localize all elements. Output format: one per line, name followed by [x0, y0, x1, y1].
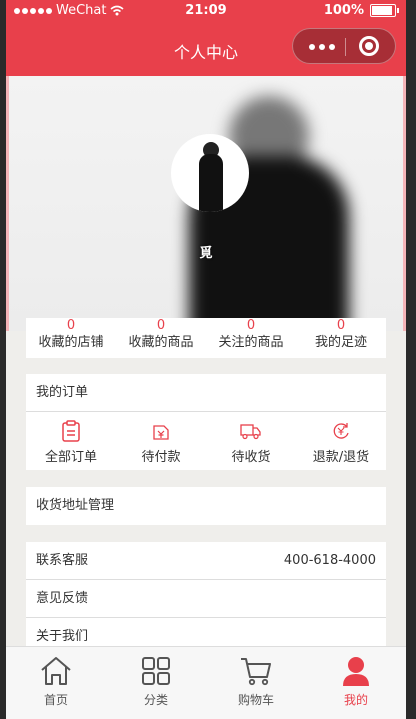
order-label: 待收货	[231, 450, 271, 465]
stat-count: 0	[246, 318, 256, 333]
category-icon	[142, 657, 170, 685]
tab-label: 我的	[343, 693, 368, 707]
stat-label: 收藏的店铺	[38, 335, 104, 350]
contact-label: 联系客服	[36, 553, 89, 568]
contact-phone: 400-618-4000	[283, 553, 376, 568]
stat-label: 我的足迹	[314, 335, 367, 350]
more-icon[interactable]	[309, 44, 335, 50]
stats-bar: 0 收藏的店铺 0 收藏的商品 0 关注的商品 0 我的足迹	[26, 318, 386, 358]
order-label: 退款/退货	[312, 450, 370, 465]
pending-receipt-button[interactable]: 待收货	[206, 412, 296, 470]
tab-category[interactable]: 分类	[106, 647, 206, 719]
refund-icon	[333, 423, 349, 439]
battery-percent: 100%	[323, 3, 364, 18]
clipboard-icon	[62, 420, 80, 442]
stat-followed-products[interactable]: 0 关注的商品	[206, 318, 296, 358]
stat-label: 收藏的商品	[128, 335, 194, 350]
stat-label: 关注的商品	[218, 335, 284, 350]
profile-background-image	[159, 96, 359, 331]
tab-label: 首页	[43, 693, 68, 707]
order-label: 全部订单	[44, 450, 97, 465]
pending-payment-button[interactable]: 待付款	[116, 412, 206, 470]
nav-bar: 个人中心	[6, 22, 406, 76]
stat-footprints[interactable]: 0 我的足迹	[296, 318, 386, 358]
address-management-row[interactable]: 收货地址管理	[26, 487, 386, 525]
refund-return-button[interactable]: 退款/退货	[296, 412, 386, 470]
order-label: 待付款	[141, 450, 181, 465]
battery-icon	[370, 4, 399, 17]
stat-favorite-products[interactable]: 0 收藏的商品	[116, 318, 206, 358]
feedback-label: 意见反馈	[36, 591, 89, 606]
user-icon	[343, 657, 369, 686]
order-status-list: 全部订单 待付款 待收货 退款/退货	[26, 412, 386, 470]
my-orders-title: 我的订单	[36, 385, 89, 400]
status-bar: WeChat 21:09 100%	[6, 0, 406, 22]
my-orders-row[interactable]: 我的订单	[26, 374, 386, 412]
service-card: 联系客服 400-618-4000 意见反馈 关于我们	[26, 542, 386, 656]
tab-bar: 首页 分类 购物车 我的	[6, 646, 406, 719]
all-orders-button[interactable]: 全部订单	[26, 412, 116, 470]
tab-home[interactable]: 首页	[6, 647, 106, 719]
avatar[interactable]	[171, 134, 249, 212]
address-card: 收货地址管理	[26, 487, 386, 525]
capsule-divider	[345, 38, 346, 56]
cart-icon	[241, 658, 271, 686]
stat-count: 0	[66, 318, 76, 333]
feedback-row[interactable]: 意见反馈	[26, 580, 386, 618]
tab-label: 分类	[143, 693, 168, 707]
phone-screen: WeChat 21:09 100% 个人中心 覓 0 收藏的店铺 0 收藏的商品…	[6, 0, 406, 719]
orders-card: 我的订单 全部订单 待付款 待收货 退款/退货	[26, 374, 386, 470]
payment-icon	[153, 425, 169, 440]
tab-cart[interactable]: 购物车	[206, 647, 306, 719]
close-mini-program-icon[interactable]	[359, 36, 379, 56]
profile-header: 覓	[6, 76, 406, 331]
tab-mine[interactable]: 我的	[306, 647, 406, 719]
contact-service-row[interactable]: 联系客服 400-618-4000	[26, 542, 386, 580]
stat-favorite-shops[interactable]: 0 收藏的店铺	[26, 318, 116, 358]
mini-program-capsule	[292, 28, 396, 64]
username: 覓	[199, 246, 213, 261]
stat-count: 0	[336, 318, 346, 333]
stat-count: 0	[156, 318, 166, 333]
tab-label: 购物车	[237, 693, 274, 707]
home-icon	[41, 657, 71, 685]
address-label: 收货地址管理	[36, 498, 115, 513]
truck-icon	[240, 424, 261, 440]
